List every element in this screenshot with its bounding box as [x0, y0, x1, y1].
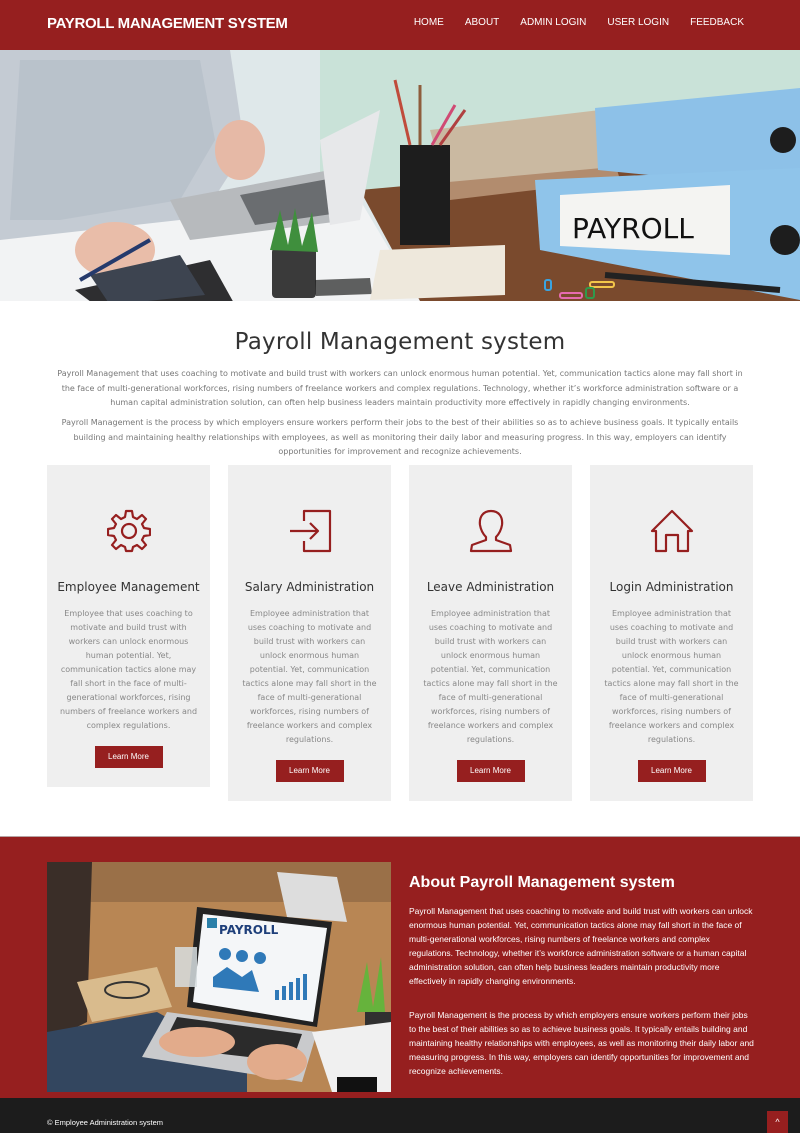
about-paragraph-2: Payroll Management is the process by whi… — [409, 1010, 754, 1076]
about-image: PAYROLL — [47, 862, 391, 1092]
brand-logo[interactable]: PAYROLL MANAGEMENT SYSTEM — [47, 15, 288, 32]
card-salary-administration: Salary Administration Employee administr… — [228, 465, 391, 801]
gear-icon — [106, 509, 151, 553]
intro-paragraph-2: Payroll Management is the process by whi… — [61, 418, 739, 456]
back-to-top-button[interactable]: ^ — [767, 1111, 788, 1133]
about-section: PAYROLL About Payroll Management system … — [0, 836, 800, 1098]
card-text: Employee administration that uses coachi… — [423, 609, 558, 744]
nav-admin-login[interactable]: ADMIN LOGIN — [520, 17, 586, 28]
nav-feedback[interactable]: FEEDBACK — [690, 17, 744, 28]
card-title: Login Administration — [609, 580, 734, 594]
card-text: Employee administration that uses coachi… — [604, 609, 739, 744]
card-title: Leave Administration — [426, 580, 555, 594]
card-leave-administration: Leave Administration Employee administra… — [409, 465, 572, 801]
card-employee-management: Employee Management Employee that uses c… — [47, 465, 210, 787]
nav-about[interactable]: ABOUT — [465, 17, 499, 28]
about-title: About Payroll Management system — [409, 874, 675, 891]
learn-more-button[interactable]: Learn More — [275, 760, 344, 782]
card-text: Employee that uses coaching to motivate … — [59, 609, 198, 730]
learn-more-button[interactable]: Learn More — [94, 746, 163, 768]
home-icon — [650, 509, 693, 553]
hero-banner: PAYROLL — [0, 50, 800, 301]
user-icon — [469, 509, 512, 553]
hero-image: PAYROLL — [0, 50, 800, 301]
main-nav: HOME ABOUT ADMIN LOGIN USER LOGIN FEEDBA… — [393, 17, 744, 28]
about-paragraph-1: Payroll Management that uses coaching to… — [409, 906, 753, 986]
nav-user-login[interactable]: USER LOGIN — [607, 17, 669, 28]
card-text: Employee administration that uses coachi… — [242, 609, 377, 744]
learn-more-button[interactable]: Learn More — [456, 760, 525, 782]
binder-label: PAYROLL — [572, 212, 694, 245]
intro-title: Payroll Management system — [234, 329, 566, 355]
learn-more-button[interactable]: Learn More — [637, 760, 706, 782]
intro-paragraph-1: Payroll Management that uses coaching to… — [57, 369, 743, 407]
card-title: Employee Management — [57, 580, 200, 594]
chevron-up-icon: ^ — [775, 1117, 780, 1127]
card-title: Salary Administration — [244, 580, 375, 594]
sign-in-icon — [289, 509, 331, 553]
footer: © Employee Administration system ^ — [0, 1098, 800, 1133]
card-login-administration: Login Administration Employee administra… — [590, 465, 753, 801]
navbar: PAYROLL MANAGEMENT SYSTEM HOME ABOUT ADM… — [0, 0, 800, 50]
laptop-screen-label: PAYROLL — [219, 923, 279, 937]
copyright-text: © Employee Administration system — [47, 1118, 163, 1127]
nav-home[interactable]: HOME — [414, 17, 444, 28]
